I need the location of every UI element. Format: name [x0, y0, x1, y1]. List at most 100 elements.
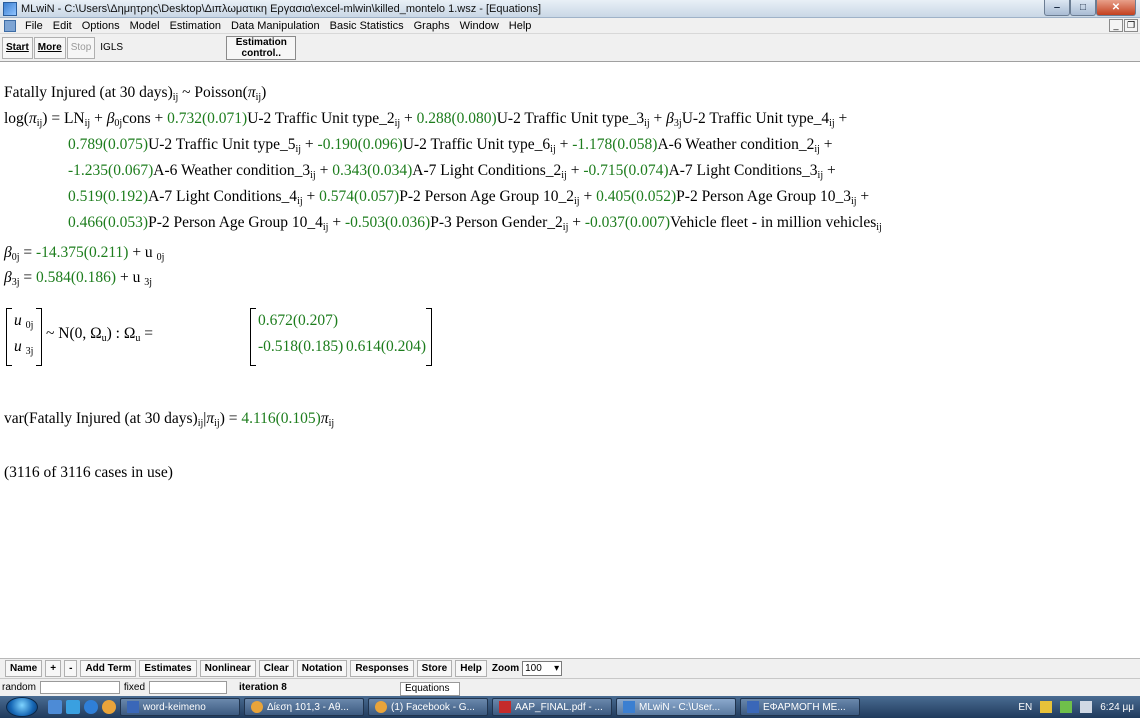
menu-graphs[interactable]: Graphs — [409, 20, 455, 32]
mdi-minimize-button[interactable]: _ — [1109, 19, 1123, 32]
zoom-select[interactable]: 100 ▾ — [522, 661, 563, 676]
help-button[interactable]: Help — [455, 660, 487, 677]
system-tray: EN 6:24 μμ — [1018, 696, 1134, 718]
coef-extra-poisson[interactable]: 4.116(0.105) — [241, 410, 321, 427]
menu-help[interactable]: Help — [504, 20, 537, 32]
menu-options[interactable]: Options — [77, 20, 125, 32]
task-mlwin[interactable]: MLwiN - C:\User... — [616, 698, 736, 716]
network-icon[interactable] — [1060, 701, 1073, 713]
stop-button[interactable]: Stop — [66, 36, 96, 59]
linear-predictor-line-5[interactable]: 0.466(0.053)P-2 Person Age Group 10_4ij … — [68, 214, 882, 233]
chrome-icon — [251, 701, 263, 713]
coef-weather-2[interactable]: -1.178(0.058) — [572, 136, 657, 153]
u3-entry: u 3j — [14, 338, 34, 357]
more-button[interactable]: More — [33, 36, 66, 59]
close-button[interactable]: ✕ — [1096, 0, 1136, 16]
coef-vehicle-fleet[interactable]: -0.037(0.007) — [585, 214, 670, 231]
response-name[interactable]: Fatally Injured (at 30 days) — [4, 84, 173, 101]
coef-traffic-unit-5[interactable]: 0.789(0.075) — [68, 136, 148, 153]
menu-estimation[interactable]: Estimation — [165, 20, 226, 32]
window-tab-equations[interactable]: Equations — [400, 682, 460, 696]
coef-light-4[interactable]: 0.519(0.192) — [68, 188, 148, 205]
mdi-controls: _ ❐ — [1109, 19, 1138, 32]
coef-light-3[interactable]: -0.715(0.074) — [583, 162, 668, 179]
task-word[interactable]: word-keimeno — [120, 698, 240, 716]
equations-window: Fatally Injured (at 30 days)ij ~ Poisson… — [0, 62, 1140, 622]
notation-button[interactable]: Notation — [296, 660, 348, 677]
fixed-label: fixed — [123, 682, 146, 693]
responses-button[interactable]: Responses — [350, 660, 414, 677]
menu-window[interactable]: Window — [455, 20, 504, 32]
estimates-button[interactable]: Estimates — [139, 660, 197, 677]
variance-equation[interactable]: var(Fatally Injured (at 30 days)ij|πij) … — [4, 410, 334, 429]
linear-predictor-line-1[interactable]: log(πij) = LNij + β0jcons + 0.732(0.071)… — [4, 110, 847, 129]
coef-beta3[interactable]: 0.584(0.186) — [36, 269, 116, 286]
coef-traffic-unit-3[interactable]: 0.288(0.080) — [417, 110, 497, 127]
windows-start-icon[interactable] — [6, 697, 38, 717]
estimation-control-button[interactable]: Estimation control.. — [226, 35, 297, 60]
tray-app-icon[interactable] — [1040, 701, 1053, 713]
switch-windows-icon[interactable] — [66, 700, 80, 714]
volume-icon[interactable] — [1080, 701, 1093, 713]
start-button[interactable]: Start — [2, 36, 33, 59]
remove-level-button[interactable]: - — [64, 660, 78, 677]
distribution-spec: ~ N(0, Ωu) : Ωu = — [46, 325, 154, 344]
store-button[interactable]: Store — [416, 660, 453, 677]
minimize-button[interactable]: ‒ — [1044, 0, 1070, 16]
cases-in-use: (3116 of 3116 cases in use) — [4, 464, 173, 481]
coef-intercept[interactable]: -14.375(0.211) — [36, 244, 128, 261]
beta0-equation[interactable]: β0j = -14.375(0.211) + u 0j — [4, 244, 164, 263]
zoom-label: Zoom — [491, 663, 520, 674]
mdi-window-icon[interactable] — [4, 19, 16, 32]
coef-age-group-2[interactable]: 0.574(0.057) — [319, 188, 399, 205]
add-level-button[interactable]: + — [45, 660, 62, 677]
window-title: MLwiN - C:\Users\Δημητρης\Desktop\Διπλωμ… — [21, 2, 542, 15]
coef-traffic-unit-2[interactable]: 0.732(0.071) — [167, 110, 247, 127]
linear-predictor-line-4[interactable]: 0.519(0.192)A-7 Light Conditions_4ij + 0… — [68, 188, 869, 207]
clock[interactable]: 6:24 μμ — [1100, 702, 1134, 713]
omega-left-bracket — [250, 308, 256, 366]
task-radio[interactable]: Δίεση 101,3 - Αθ... — [244, 698, 364, 716]
menu-model[interactable]: Model — [125, 20, 165, 32]
linear-predictor-line-3[interactable]: -1.235(0.067)A-6 Weather condition_3ij +… — [68, 162, 836, 181]
show-desktop-icon[interactable] — [48, 700, 62, 714]
coef-light-2[interactable]: 0.343(0.034) — [332, 162, 412, 179]
windows-taskbar: word-keimeno Δίεση 101,3 - Αθ... (1) Fac… — [0, 696, 1140, 718]
maximize-button[interactable]: □ — [1070, 0, 1096, 16]
menu-file[interactable]: File — [20, 20, 48, 32]
chrome-icon[interactable] — [102, 700, 116, 714]
title-bar: MLwiN - C:\Users\Δημητρης\Desktop\Διπλωμ… — [0, 0, 1140, 18]
chrome-icon — [375, 701, 387, 713]
menu-edit[interactable]: Edit — [48, 20, 77, 32]
ie-icon[interactable] — [84, 700, 98, 714]
language-indicator[interactable]: EN — [1018, 702, 1032, 713]
estimation-control-label-2: control.. — [241, 47, 281, 59]
coef-age-group-3[interactable]: 0.405(0.052) — [596, 188, 676, 205]
clear-button[interactable]: Clear — [258, 660, 294, 677]
nonlinear-button[interactable]: Nonlinear — [199, 660, 256, 677]
add-term-button[interactable]: Add Term — [80, 660, 137, 677]
omega-u00[interactable]: 0.672(0.207) — [258, 312, 338, 330]
omega-u30[interactable]: -0.518(0.185) — [258, 338, 343, 356]
name-button[interactable]: Name — [5, 660, 43, 677]
coef-gender-2[interactable]: -0.503(0.036) — [345, 214, 430, 231]
task-efarmogi[interactable]: ΕΦΑΡΜΟΓΗ ΜΕ... — [740, 698, 860, 716]
quick-launch — [48, 700, 116, 714]
estimation-toolbar: Start More Stop IGLS Estimation control.… — [0, 34, 1140, 62]
coef-weather-3[interactable]: -1.235(0.067) — [68, 162, 153, 179]
menu-data-manipulation[interactable]: Data Manipulation — [226, 20, 325, 32]
task-facebook[interactable]: (1) Facebook - G... — [368, 698, 488, 716]
coef-age-group-4[interactable]: 0.466(0.053) — [68, 214, 148, 231]
estimation-control-label-1: Estimation — [235, 36, 287, 48]
mdi-restore-button[interactable]: ❐ — [1124, 19, 1138, 32]
u-vector-left-bracket — [6, 308, 12, 366]
linear-predictor-line-2[interactable]: 0.789(0.075)U-2 Traffic Unit type_5ij + … — [68, 136, 833, 155]
u-vector-right-bracket — [36, 308, 42, 366]
menu-basic-statistics[interactable]: Basic Statistics — [325, 20, 409, 32]
pdf-icon — [499, 701, 511, 713]
task-pdf[interactable]: AAP_FINAL.pdf - ... — [492, 698, 612, 716]
omega-u33[interactable]: 0.614(0.204) — [346, 338, 426, 356]
coef-traffic-unit-6[interactable]: -0.190(0.096) — [318, 136, 403, 153]
response-distribution-line[interactable]: Fatally Injured (at 30 days)ij ~ Poisson… — [4, 84, 266, 103]
beta3-equation[interactable]: β3j = 0.584(0.186) + u 3j — [4, 269, 152, 288]
